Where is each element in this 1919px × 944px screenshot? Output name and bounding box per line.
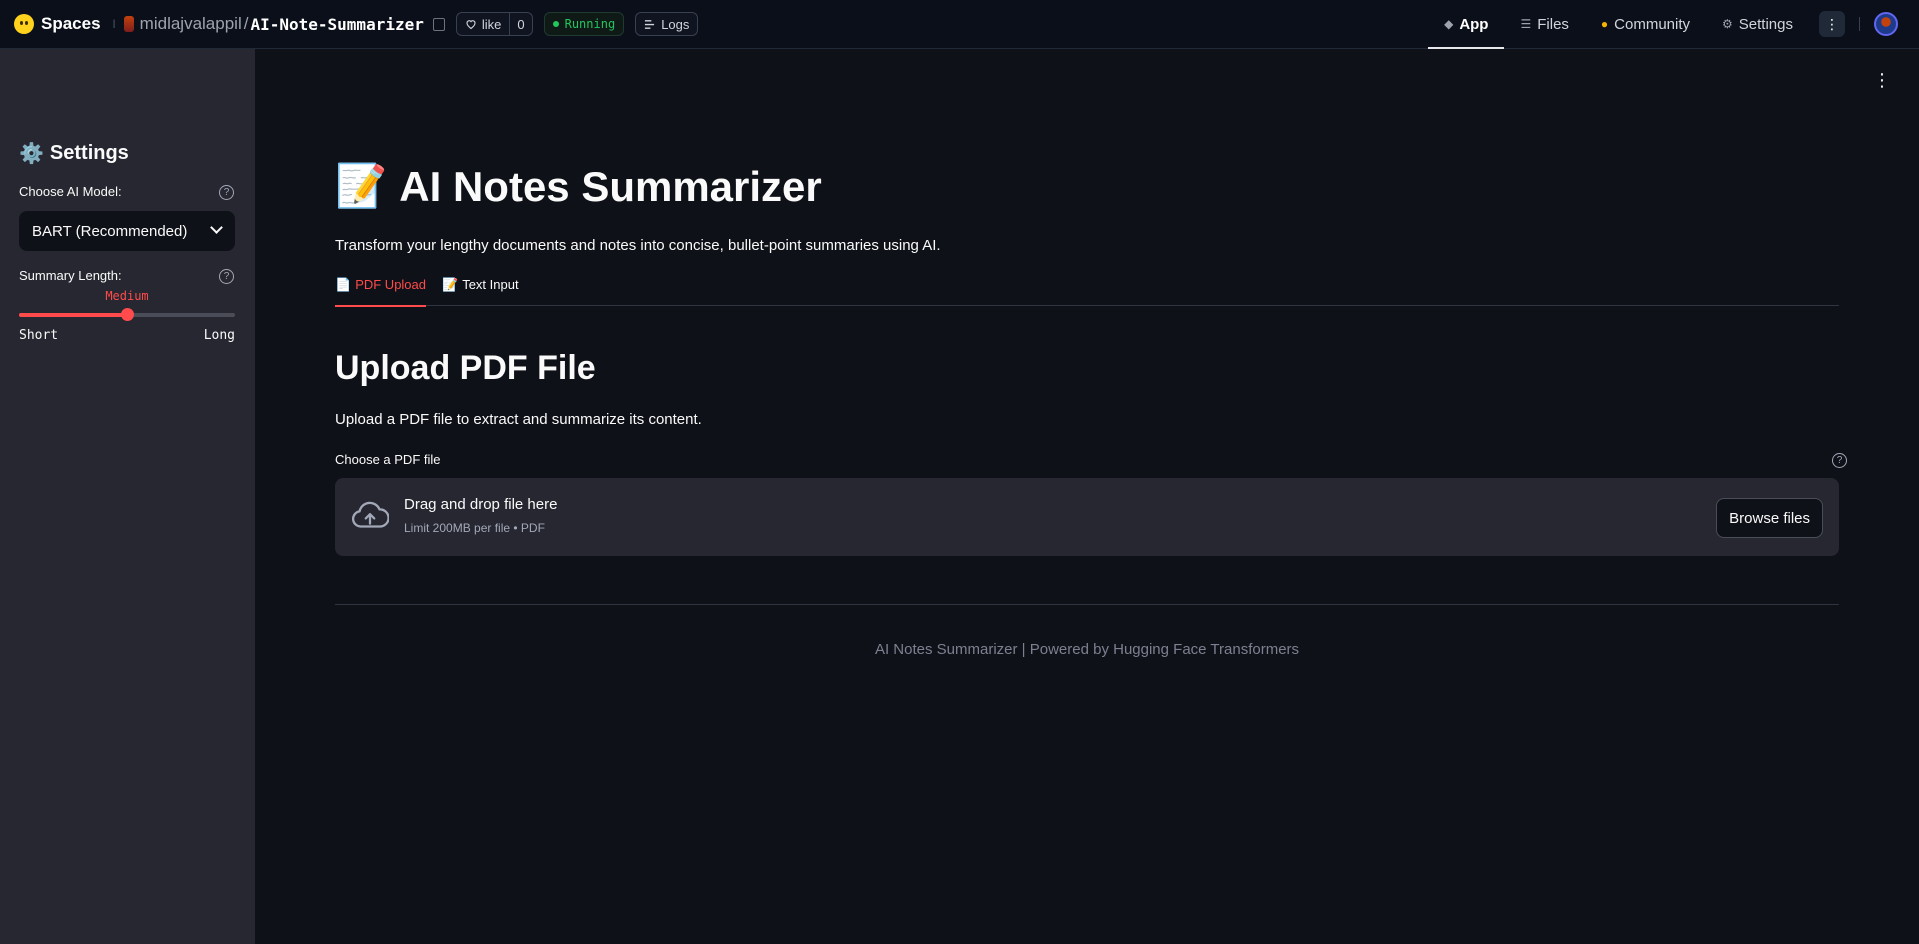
uploader-label: Choose a PDF file	[335, 452, 441, 467]
space-nav: ◆ App ☰ Files ● Community ⚙ Settings ⋮	[1428, 0, 1919, 49]
sidebar-title-text: Settings	[49, 142, 129, 164]
tab-pdf-upload-label: PDF Upload	[355, 277, 426, 292]
status-dot-icon	[552, 21, 559, 27]
chevron-down-icon	[210, 221, 223, 234]
tab-app[interactable]: ◆ App	[1428, 0, 1505, 49]
model-select-value: BART (Recommended)	[32, 222, 188, 240]
files-icon: ☰	[1520, 17, 1532, 31]
app-menu-icon[interactable]: ⋮	[1873, 71, 1891, 89]
length-label: Summary Length:	[19, 268, 122, 283]
repo-name-link[interactable]: AI-Note-Summarizer	[250, 15, 423, 34]
model-label: Choose AI Model:	[19, 184, 122, 199]
logs-icon	[645, 19, 655, 29]
tab-pdf-upload[interactable]: 📄 PDF Upload	[335, 274, 426, 307]
main-content: ⋮ 📝 AI Notes Summarizer Transform your l…	[255, 49, 1919, 944]
user-avatar[interactable]	[1874, 12, 1898, 36]
owner-avatar[interactable]	[123, 16, 134, 32]
page-title-text: AI Notes Summarizer	[399, 162, 822, 210]
tab-settings-label: Settings	[1738, 15, 1793, 33]
dropzone-title: Drag and drop file here	[404, 496, 558, 513]
logs-label: Logs	[661, 16, 690, 32]
slider-fill	[19, 313, 127, 317]
gear-icon: ⚙	[1722, 17, 1733, 31]
section-description: Upload a PDF file to extract and summari…	[335, 411, 702, 428]
spaces-link[interactable]: Spaces	[41, 14, 101, 34]
top-bar: Spaces ǀ midlajvalappil / AI-Note-Summar…	[0, 0, 1919, 49]
logs-button[interactable]: Logs	[635, 12, 699, 36]
help-icon[interactable]: ?	[1832, 453, 1847, 468]
cloud-upload-icon	[352, 501, 389, 528]
cube-icon: ◆	[1444, 17, 1454, 31]
section-title: Upload PDF File	[335, 349, 596, 387]
heart-icon	[466, 20, 476, 30]
tab-app-label: App	[1459, 15, 1489, 33]
tab-files[interactable]: ☰ Files	[1504, 0, 1584, 48]
memo-icon: 📝	[442, 277, 459, 292]
page-icon: 📄	[335, 277, 352, 292]
slider-max-label: Long	[203, 328, 235, 343]
sidebar-title: ⚙️ Settings	[19, 141, 129, 166]
page-title: 📝 AI Notes Summarizer	[335, 162, 822, 211]
copy-icon[interactable]	[432, 17, 445, 31]
dropzone-limit: Limit 200MB per file • PDF	[404, 521, 545, 535]
page-subtitle: Transform your lengthy documents and not…	[335, 237, 941, 254]
file-dropzone[interactable]: Drag and drop file here Limit 200MB per …	[335, 478, 1839, 556]
like-count: 0	[517, 16, 525, 32]
tab-community[interactable]: ● Community	[1585, 0, 1706, 48]
slider-thumb[interactable]	[121, 308, 134, 321]
slider-value: Medium	[105, 289, 149, 303]
help-icon[interactable]: ?	[219, 185, 234, 200]
model-select[interactable]: BART (Recommended)	[19, 211, 235, 251]
tab-text-input-label: Text Input	[462, 277, 519, 292]
owner-link[interactable]: midlajvalappil	[140, 14, 242, 34]
like-label: like	[481, 16, 502, 32]
sidebar: ⚙️ Settings Choose AI Model: ? BART (Rec…	[0, 49, 255, 944]
memo-icon: 📝	[335, 162, 388, 209]
footer-text: AI Notes Summarizer | Powered by Hugging…	[874, 641, 1300, 658]
divider	[1859, 17, 1860, 31]
browse-files-button[interactable]: Browse files	[1716, 498, 1823, 538]
separator: ǀ	[112, 17, 116, 31]
like-button[interactable]: like 0	[455, 12, 533, 36]
tab-community-label: Community	[1614, 15, 1691, 33]
tab-text-input[interactable]: 📝 Text Input	[442, 274, 519, 306]
community-icon: ●	[1600, 17, 1609, 31]
tab-files-label: Files	[1537, 15, 1569, 33]
status-text: Running	[564, 17, 616, 31]
space-header: Spaces ǀ midlajvalappil / AI-Note-Summar…	[0, 0, 699, 48]
help-icon[interactable]: ?	[219, 269, 234, 284]
tab-settings[interactable]: ⚙ Settings	[1706, 0, 1809, 48]
slider-min-label: Short	[19, 328, 59, 343]
path-separator: /	[243, 14, 249, 33]
gear-icon: ⚙️	[19, 143, 44, 165]
divider	[335, 604, 1839, 605]
tab-bar: 📄 PDF Upload 📝 Text Input	[335, 274, 1839, 307]
more-options-icon[interactable]: ⋮	[1819, 11, 1845, 37]
summary-length-slider[interactable]	[19, 308, 235, 321]
hugging-face-logo-icon[interactable]	[14, 14, 34, 34]
status-badge[interactable]: Running	[543, 12, 625, 36]
